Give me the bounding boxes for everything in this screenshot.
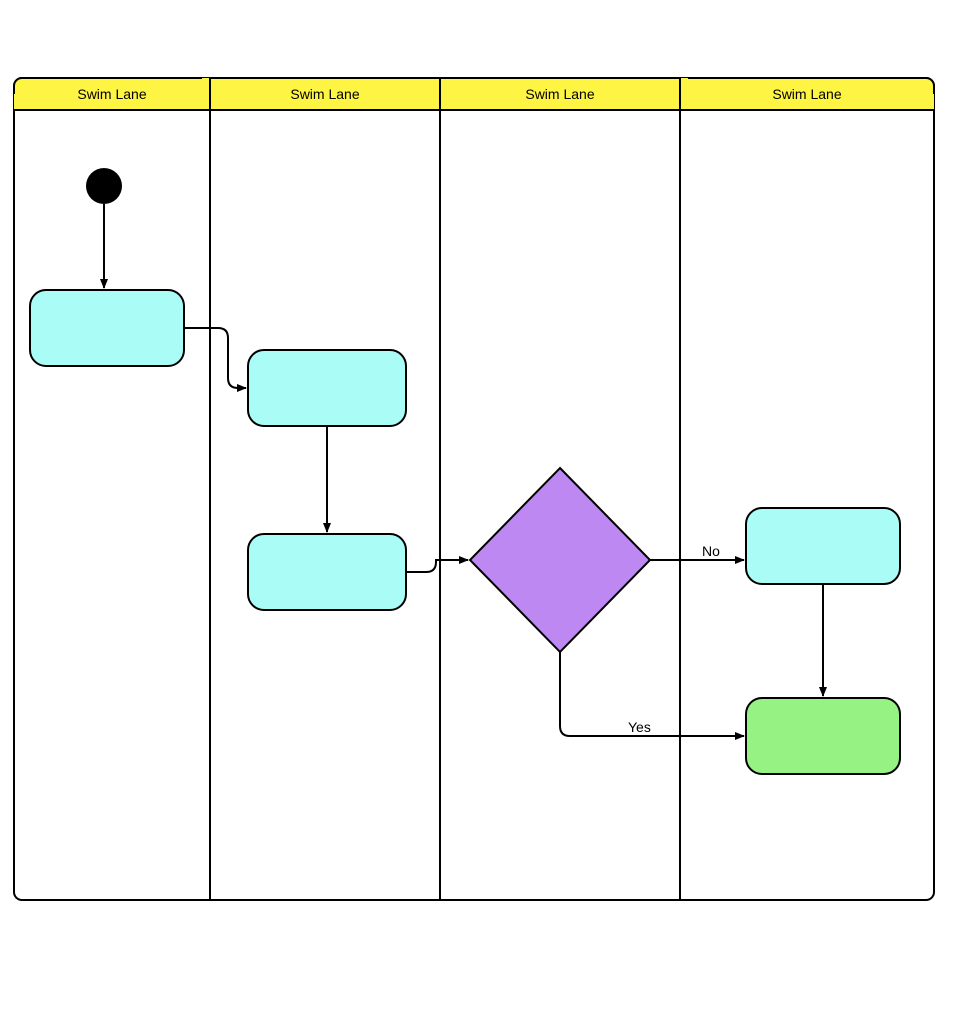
activity-2 xyxy=(248,350,406,426)
decision-node xyxy=(470,468,650,652)
lane-label-3: Swim Lane xyxy=(525,86,594,102)
lane-label-2: Swim Lane xyxy=(290,86,359,102)
lane-label-4: Swim Lane xyxy=(772,86,841,102)
swimlane-diagram: Swim Lane Swim Lane Swim Lane Swim Lane … xyxy=(0,0,958,1008)
start-node xyxy=(86,168,122,204)
activity-1 xyxy=(30,290,184,366)
edge-decision-yes xyxy=(560,652,744,736)
edge-yes-label: Yes xyxy=(628,719,651,735)
lane-label-1: Swim Lane xyxy=(77,86,146,102)
pool-border xyxy=(14,78,934,900)
edge-no-label: No xyxy=(702,543,720,559)
activity-3 xyxy=(248,534,406,610)
edge-a3-to-decision xyxy=(406,560,468,572)
edge-a1-to-a2 xyxy=(184,328,246,388)
terminal-node xyxy=(746,698,900,774)
activity-4 xyxy=(746,508,900,584)
